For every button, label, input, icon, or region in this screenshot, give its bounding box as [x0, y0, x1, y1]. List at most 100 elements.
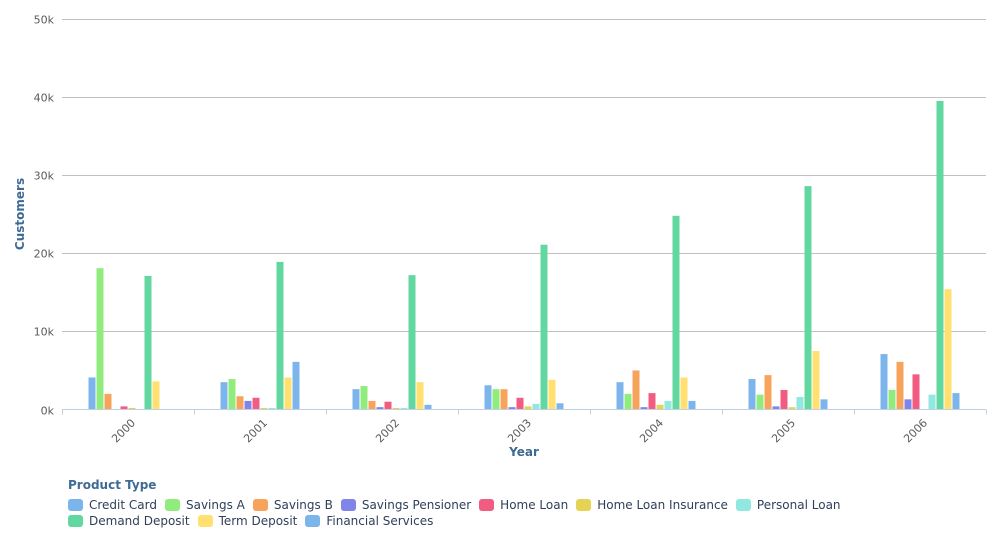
legend-label: Term Deposit — [218, 514, 298, 528]
bar-savings-a-2006[interactable] — [888, 389, 896, 410]
y-tick-label: 50k — [34, 14, 55, 27]
bar-credit-card-2003[interactable] — [484, 385, 492, 410]
legend-label: Financial Services — [326, 514, 434, 528]
bar-credit-card-2006[interactable] — [880, 354, 888, 410]
legend-swatch — [576, 499, 592, 511]
x-tick-label: 2006 — [901, 416, 930, 445]
bar-credit-card-2002[interactable] — [352, 389, 360, 410]
bar-credit-card-2000[interactable] — [88, 377, 96, 410]
legend-label: Personal Loan — [756, 498, 841, 512]
gridlines — [62, 19, 986, 332]
bar-savings-a-2005[interactable] — [756, 394, 764, 410]
bar-financial-services-2003[interactable] — [556, 403, 564, 410]
legend-label: Savings A — [185, 498, 245, 512]
bar-personal-loan-2006[interactable] — [928, 394, 936, 410]
legend-item-personal-loan[interactable]: Personal Loan — [735, 497, 841, 513]
bar-savings-pensioner-2001[interactable] — [244, 400, 252, 410]
legend-swatch — [197, 515, 213, 527]
bar-savings-a-2004[interactable] — [624, 393, 632, 410]
bar-personal-loan-2005[interactable] — [796, 397, 804, 410]
bar-term-deposit-2002[interactable] — [416, 382, 424, 410]
x-axis: 2000 2001 2002 2003 2004 2005 2006 — [62, 409, 987, 445]
bar-home-loan-2002[interactable] — [384, 401, 392, 410]
x-tick-label: 2004 — [637, 416, 666, 445]
bar-term-deposit-2004[interactable] — [680, 377, 688, 410]
y-tick-label: 40k — [34, 92, 55, 105]
bar-financial-services-2004[interactable] — [688, 400, 696, 410]
x-tick-label: 2001 — [241, 416, 270, 445]
legend-item-home-loan-insurance[interactable]: Home Loan Insurance — [576, 497, 728, 513]
legend: Product Type Credit Card Savings A Savings… — [68, 478, 968, 529]
bar-savings-a-2001[interactable] — [228, 379, 236, 410]
bar-home-loan-2005[interactable] — [780, 389, 788, 410]
bar-demand-deposit-2005[interactable] — [804, 186, 812, 410]
legend-label: Home Loan — [500, 498, 569, 512]
bar-financial-services-2006[interactable] — [952, 393, 960, 410]
bar-personal-loan-2003[interactable] — [532, 404, 540, 410]
bar-savings-b-2001[interactable] — [236, 396, 244, 410]
bar-home-loan-insurance-2004[interactable] — [656, 404, 664, 410]
bar-financial-services-2002[interactable] — [424, 404, 432, 410]
legend-title: Product Type — [68, 478, 157, 492]
bar-home-loan-2003[interactable] — [516, 397, 524, 410]
bar-demand-deposit-2001[interactable] — [276, 261, 284, 410]
legend-label: Savings Pensioner — [361, 498, 472, 512]
legend-item-savings-pensioner[interactable]: Savings Pensioner — [340, 497, 472, 513]
x-tick-label: 2002 — [373, 416, 402, 445]
legend-item-financial-services[interactable]: Financial Services — [305, 513, 433, 529]
bar-term-deposit-2006[interactable] — [944, 289, 952, 410]
legend-swatch — [68, 515, 83, 527]
legend-swatch — [340, 499, 356, 511]
bars — [88, 101, 960, 410]
legend-item-term-deposit[interactable]: Term Deposit — [197, 513, 298, 529]
bar-savings-b-2006[interactable] — [896, 361, 904, 410]
bar-savings-a-2000[interactable] — [96, 268, 104, 410]
legend-swatch — [68, 499, 83, 511]
x-tick-label: 2000 — [109, 416, 138, 445]
bar-term-deposit-2000[interactable] — [152, 381, 160, 410]
bar-credit-card-2005[interactable] — [748, 379, 756, 410]
bar-savings-b-2004[interactable] — [632, 370, 640, 410]
bar-savings-b-2003[interactable] — [500, 389, 508, 410]
bar-term-deposit-2005[interactable] — [812, 350, 820, 410]
bar-home-loan-2001[interactable] — [252, 397, 260, 410]
bar-demand-deposit-2002[interactable] — [408, 275, 416, 410]
legend-item-savings-b[interactable]: Savings B — [252, 497, 333, 513]
legend-items: Credit Card Savings A Savings B Savings Pen… — [68, 497, 968, 529]
x-tick-label: 2003 — [505, 416, 534, 445]
y-axis-title: Customers — [13, 178, 27, 250]
bar-savings-a-2002[interactable] — [360, 386, 368, 410]
bar-savings-pensioner-2006[interactable] — [904, 399, 912, 410]
bar-term-deposit-2003[interactable] — [548, 379, 556, 410]
legend-swatch — [305, 515, 321, 527]
legend-item-credit-card[interactable]: Credit Card — [68, 497, 157, 513]
legend-label: Credit Card — [89, 498, 157, 512]
bar-home-loan-2004[interactable] — [648, 393, 656, 410]
legend-item-demand-deposit[interactable]: Demand Deposit — [68, 513, 190, 529]
y-tick-label: 30k — [34, 170, 55, 183]
bar-savings-b-2000[interactable] — [104, 393, 112, 410]
x-axis-title: Year — [508, 445, 539, 459]
bar-savings-a-2003[interactable] — [492, 389, 500, 410]
bar-credit-card-2004[interactable] — [616, 382, 624, 410]
bar-term-deposit-2001[interactable] — [284, 377, 292, 410]
bar-savings-b-2005[interactable] — [764, 375, 772, 410]
bar-demand-deposit-2004[interactable] — [672, 215, 680, 410]
bar-credit-card-2001[interactable] — [220, 382, 228, 410]
legend-item-home-loan[interactable]: Home Loan — [479, 497, 568, 513]
bar-demand-deposit-2006[interactable] — [936, 101, 944, 410]
bar-personal-loan-2004[interactable] — [664, 400, 672, 410]
y-axis-ticks: 0k 10k 20k 30k 40k 50k — [34, 14, 55, 418]
legend-label: Home Loan Insurance — [597, 498, 728, 512]
y-tick-label: 20k — [34, 248, 55, 261]
bar-savings-b-2002[interactable] — [368, 400, 376, 410]
bar-home-loan-2006[interactable] — [912, 374, 920, 410]
bar-financial-services-2005[interactable] — [820, 399, 828, 410]
bar-demand-deposit-2000[interactable] — [144, 275, 152, 410]
legend-label: Demand Deposit — [89, 514, 190, 528]
legend-item-savings-a[interactable]: Savings A — [164, 497, 245, 513]
legend-swatch — [164, 499, 180, 511]
bar-demand-deposit-2003[interactable] — [540, 244, 548, 410]
bar-chart: 0k10k20k30k40k50k 2000 2001 2002 2003 2004 20… — [13, 14, 987, 459]
bar-financial-services-2001[interactable] — [292, 361, 300, 410]
